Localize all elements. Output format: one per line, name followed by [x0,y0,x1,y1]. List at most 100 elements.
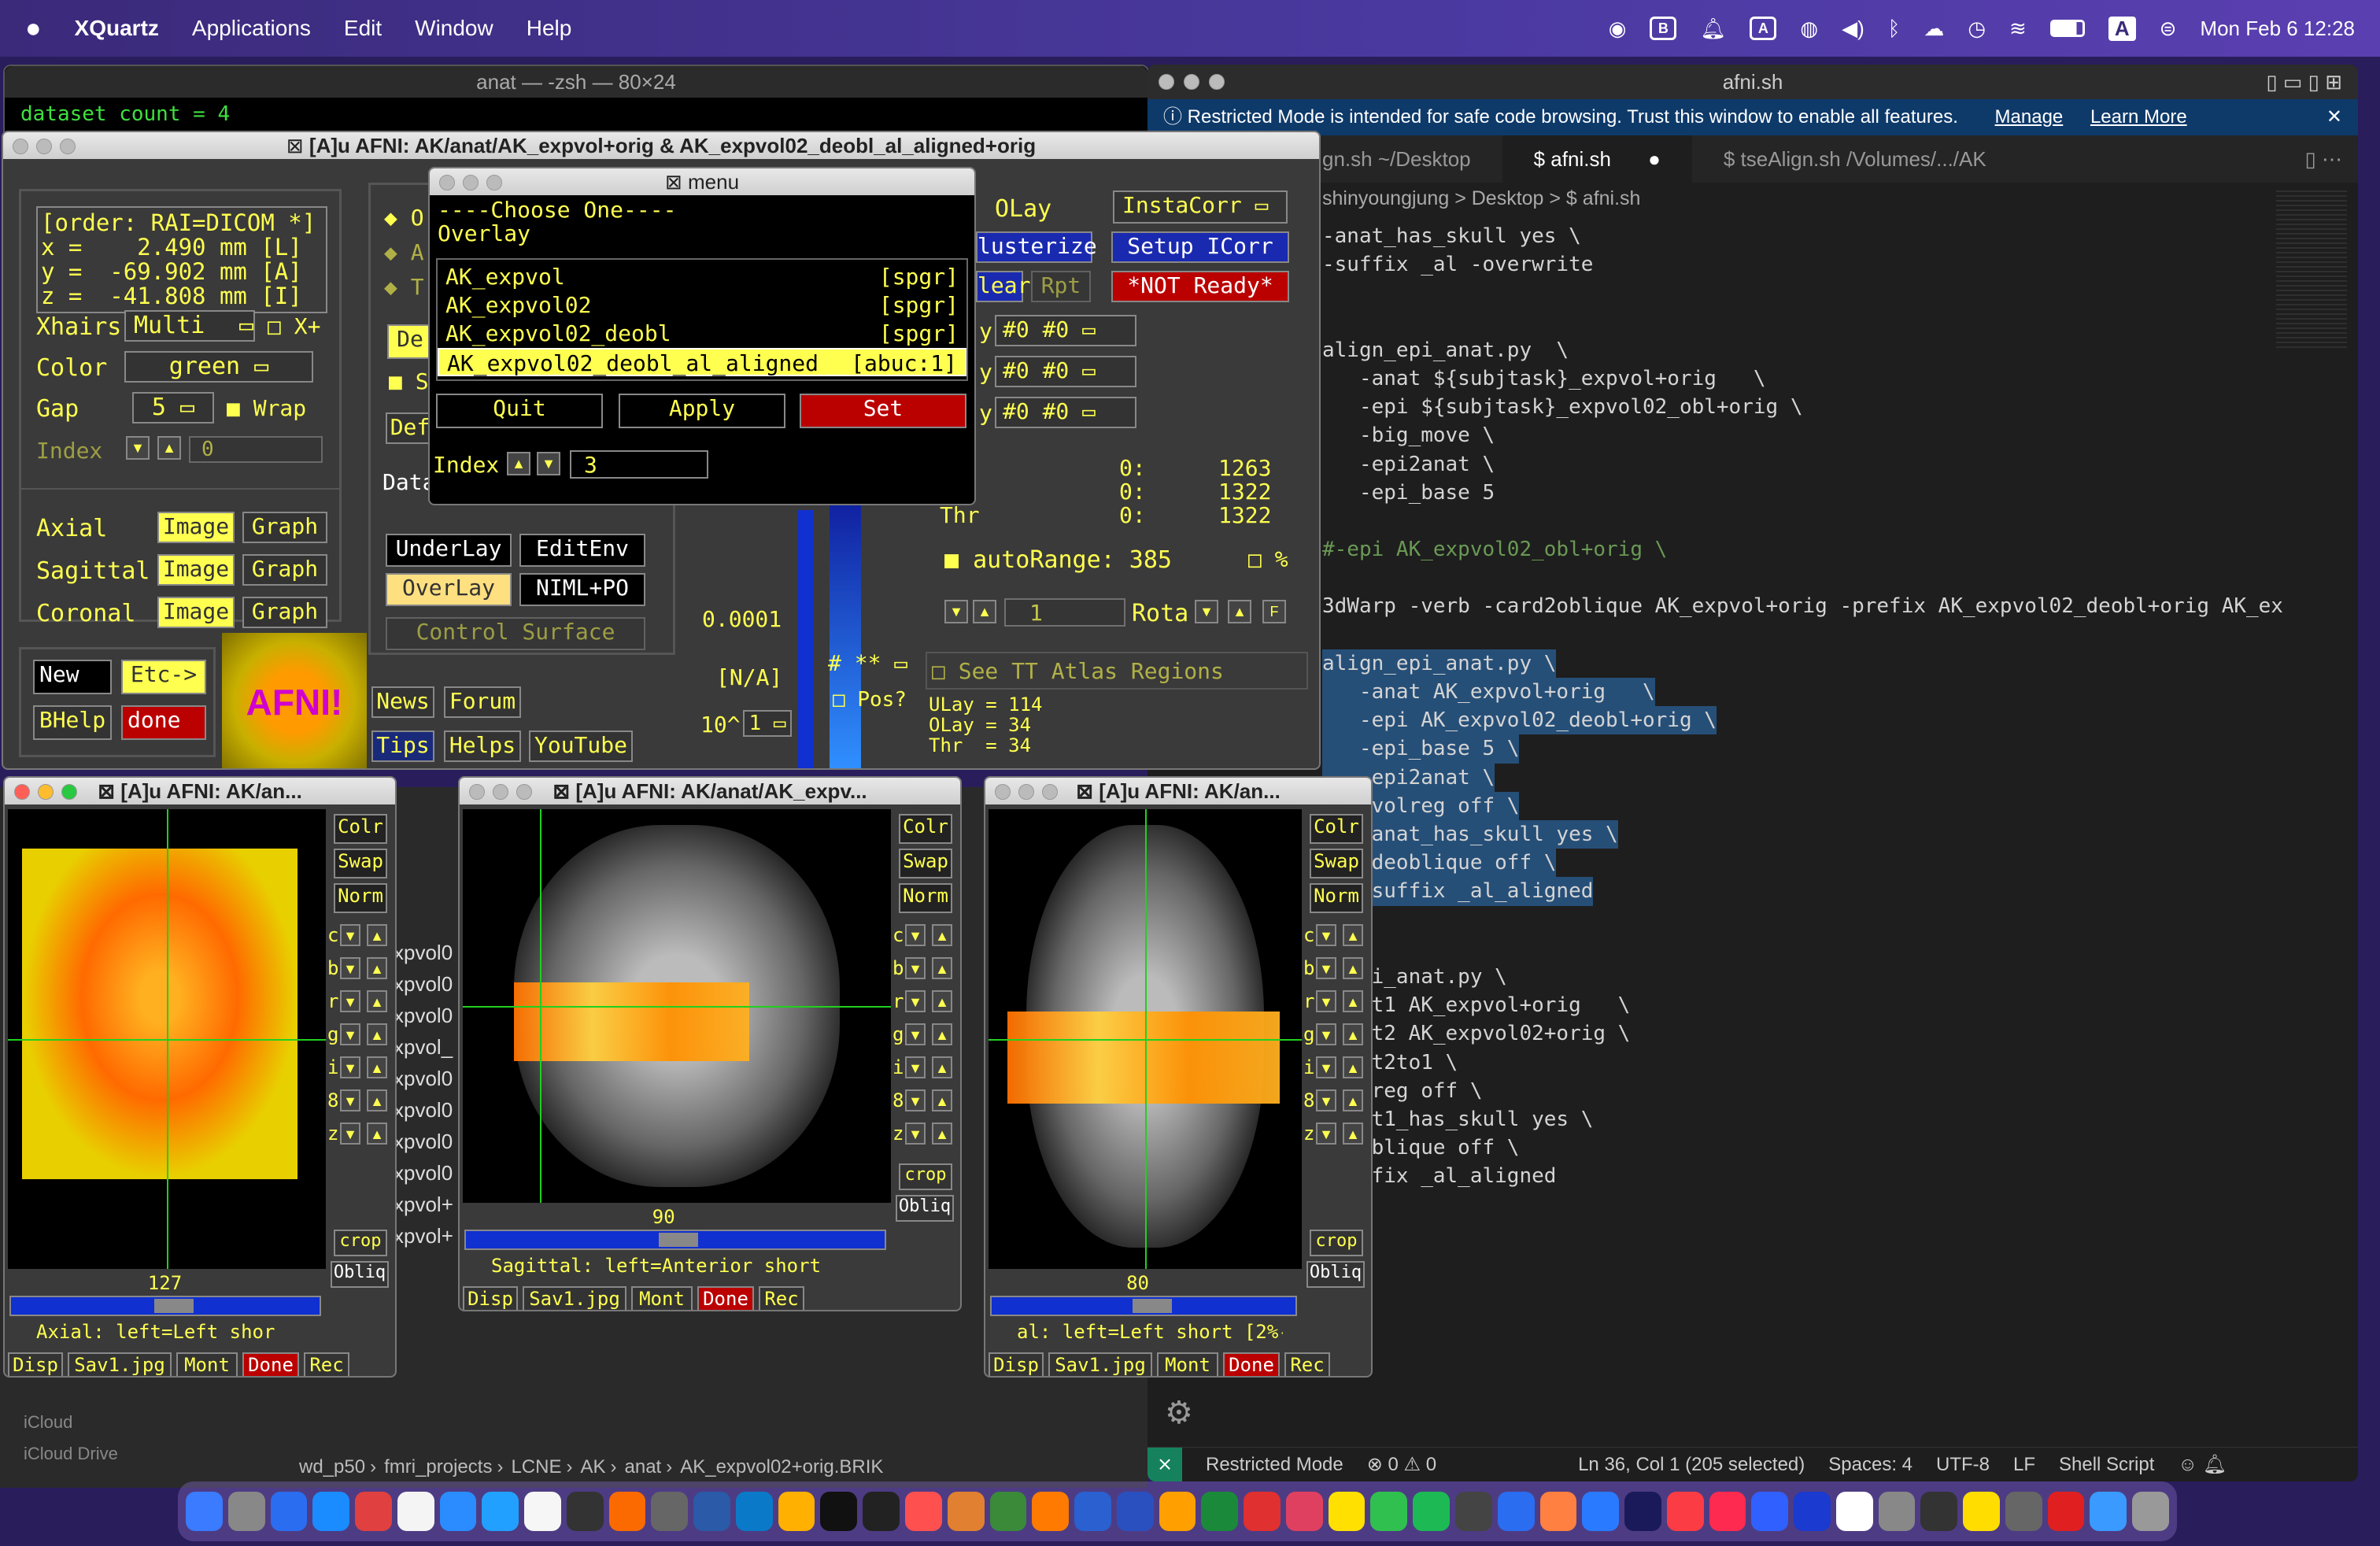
indentation[interactable]: Spaces: 4 [1828,1448,1913,1481]
done-button[interactable]: Done [697,1286,754,1310]
overlay-option[interactable]: AK_expvol02_deobl [spgr] [438,320,966,348]
arrow-up-icon[interactable]: ▲ [1343,1056,1363,1078]
arrow-up-icon[interactable]: ▲ [932,990,952,1012]
input-source-badge[interactable]: A [2108,16,2136,41]
s-toggle[interactable]: ■ S [389,368,429,394]
rec-button[interactable]: Rec [1284,1352,1330,1376]
crop-button[interactable]: crop [334,1230,387,1256]
arrow-up-icon[interactable]: ▲ [367,990,387,1012]
axial-graph-button[interactable]: Graph [242,512,327,543]
obliq-button[interactable]: Obliq [331,1261,389,1288]
arrow-up-icon[interactable]: ▲ [932,924,952,946]
code-line[interactable]: -big_move \ [1322,421,2298,449]
list-item[interactable]: xpvol0 [394,1000,453,1031]
dock-app-icon[interactable] [735,1492,773,1531]
pos-toggle[interactable]: □ Pos? [833,688,907,712]
arrow-up-icon[interactable]: ▲ [367,1056,387,1078]
bell-icon[interactable]: 🔔︎ [1700,17,1726,41]
window-controls[interactable] [14,784,77,800]
slice-slider[interactable] [9,1296,321,1316]
minimap[interactable] [2276,190,2347,348]
code-line[interactable]: #-epi AK_expvol02_obl+orig \ [1322,535,2298,564]
youtube-button[interactable]: YouTube [529,730,633,762]
rota-down-arrow[interactable]: ▼ [944,600,968,623]
code-line[interactable]: -epi ${subjtask}_expvol02_obl+orig \ [1322,393,2298,421]
new-button[interactable]: New [33,660,112,694]
menu-index-field[interactable]: 3 [570,450,708,479]
app-menu[interactable]: XQuartz [75,16,159,41]
coordinate-readout[interactable]: [order: RAI=DICOM *] x = 2.490 mm [L] y = … [36,206,327,313]
code-line[interactable]: -anat AK_expvol+orig \ [1322,678,1655,707]
tab-afni-sh[interactable]: $ afni.sh ● [1502,135,1692,183]
quit-button[interactable]: Quit [436,394,603,428]
modified-dot-icon[interactable]: ● [1648,147,1661,171]
code-line[interactable] [1322,564,2298,592]
arrow-down-icon[interactable]: ▼ [340,957,360,979]
dock-app-icon[interactable] [482,1492,519,1531]
dock-app-icon[interactable] [863,1492,900,1531]
code-line[interactable]: -epi_base 5 \ [1322,734,1520,764]
underlay-button[interactable]: UnderLay [386,534,512,567]
window-controls[interactable] [995,784,1058,800]
clusterize-button[interactable]: lusterize [976,231,1097,263]
news-button[interactable]: News [371,686,434,718]
dock-app-icon[interactable] [2005,1492,2042,1531]
dock-app-icon[interactable] [312,1492,350,1531]
coronal-image-button[interactable]: Image [157,597,235,628]
axial-image-button[interactable]: Image [157,512,235,543]
sav-button[interactable]: Sav1.jpg [68,1352,172,1376]
dock-app-icon[interactable] [1666,1492,1704,1531]
remote-icon[interactable]: ⨯ [1148,1448,1182,1481]
dock-app-icon[interactable] [1370,1492,1408,1531]
code-line[interactable]: -anat_has_skull yes \ [1322,222,2298,250]
dock-app-icon[interactable] [608,1492,646,1531]
obliq-button[interactable]: Obliq [896,1195,954,1222]
afni-logo[interactable]: AFNI! [222,633,367,768]
brain-image[interactable] [463,809,891,1203]
list-item[interactable]: xpvol0 [394,1094,453,1126]
coronal-graph-button[interactable]: Graph [242,597,327,628]
list-item[interactable]: xpvol_ [394,1031,453,1063]
code-line[interactable]: 3dWarp -verb -card2oblique AK_expvol+ori… [1322,592,2298,620]
path-segment[interactable]: LCNE [511,1456,561,1478]
crop-button[interactable]: crop [899,1163,952,1190]
arrow-down-icon[interactable]: ▼ [1316,924,1336,946]
dock-app-icon[interactable] [1497,1492,1535,1531]
code-line[interactable] [1322,621,2298,649]
dock-app-icon[interactable] [1413,1492,1450,1531]
dock-app-icon[interactable] [1539,1492,1577,1531]
rpt-button[interactable]: Rpt [1031,271,1091,302]
slider-thumb[interactable] [1133,1299,1173,1313]
dock-app-icon[interactable] [2090,1492,2127,1531]
arrow-down-icon[interactable]: ▼ [905,990,926,1012]
arrow-up-icon[interactable]: ▲ [1343,924,1363,946]
path-segment[interactable]: wd_p50 [299,1456,365,1478]
setup-icorr-button[interactable]: Setup ICorr [1111,231,1289,263]
sagittal-graph-button[interactable]: Graph [242,554,327,586]
volume-icon[interactable]: ◀) [1842,17,1864,41]
dock-app-icon[interactable] [778,1492,815,1531]
xhairs-menu[interactable]: Multi ▭ [124,310,255,342]
code-line[interactable] [1322,507,2298,535]
arrow-down-icon[interactable]: ▼ [340,1123,360,1145]
path-segment[interactable]: anat [625,1456,662,1478]
sav-button[interactable]: Sav1.jpg [1048,1352,1152,1376]
list-item[interactable]: xpvol0 [394,1157,453,1189]
code-line[interactable]: -dset1 AK_expvol+orig \ [1322,991,2298,1019]
dock-app-icon[interactable] [1920,1492,1958,1531]
done-button[interactable]: done [121,705,206,740]
menu-help[interactable]: Help [527,16,572,41]
swap-button[interactable]: Swap [899,849,952,878]
index-down-arrow[interactable]: ▼ [126,436,150,460]
dock-app-icon[interactable] [1244,1492,1281,1531]
wifi-icon[interactable]: ≋ [2009,17,2027,41]
breadcrumb[interactable]: shinyoungjung > Desktop > $ afni.sh [1148,183,2358,214]
list-item[interactable]: xpvol+ [394,1189,453,1220]
language-mode[interactable]: Shell Script [2059,1448,2154,1481]
colr-button[interactable]: Colr [1310,814,1363,844]
arrow-down-icon[interactable]: ▼ [1316,957,1336,979]
wrap-toggle[interactable]: ■ Wrap [227,395,306,421]
mont-button[interactable]: Mont [1157,1352,1218,1376]
dock-app-icon[interactable] [227,1492,265,1531]
helps-button[interactable]: Helps [444,730,521,762]
